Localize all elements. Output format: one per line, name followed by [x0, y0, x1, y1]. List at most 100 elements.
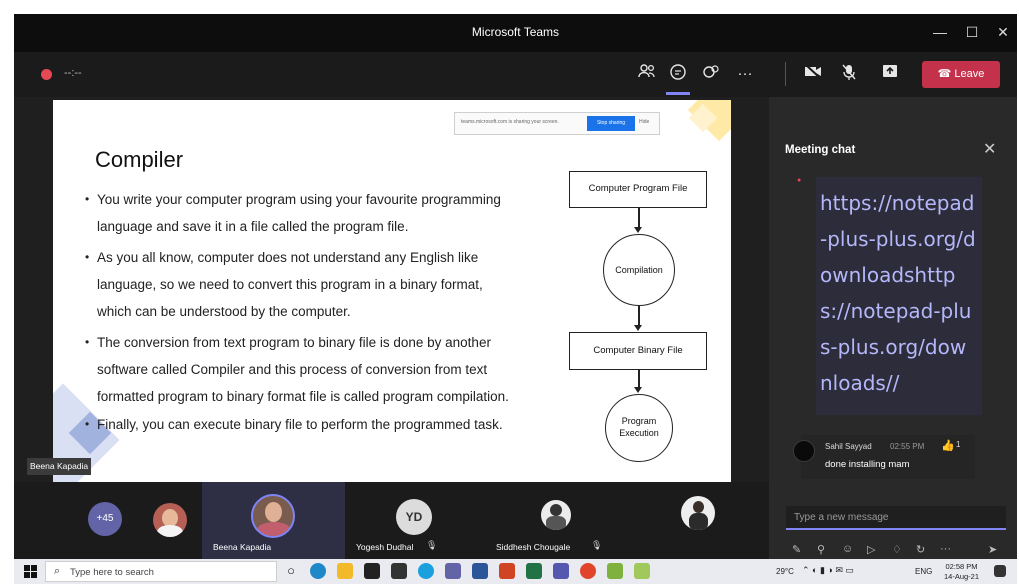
mic-off-icon[interactable] — [837, 63, 861, 85]
flow-arrow-icon — [634, 387, 642, 393]
participant-tile[interactable]: Siddhesh Chougale 🎙 — [485, 482, 625, 559]
flow-arrow-icon — [634, 325, 642, 331]
clock-date: 14-Aug-21 — [944, 572, 980, 581]
chat-reply: Sahil Sayyad 02:55 PM 👍 1 done installin… — [793, 435, 975, 479]
flow-connector — [638, 306, 640, 326]
slide-bullet: • As you all know, computer does not und… — [85, 244, 545, 325]
sticker-icon[interactable]: ♢ — [892, 543, 902, 556]
chat-title: Meeting chat — [785, 144, 856, 156]
notification-icon[interactable] — [994, 565, 1006, 577]
file-explorer-icon[interactable] — [337, 563, 353, 579]
teams-icon[interactable] — [445, 563, 461, 579]
share-icon[interactable] — [878, 63, 902, 85]
emoji-icon[interactable]: ☺ — [842, 543, 853, 555]
hide-share-bar-button[interactable]: Hide — [639, 119, 649, 125]
bullet-icon: • — [85, 335, 90, 349]
mail-icon[interactable] — [391, 563, 407, 579]
bullet-line: Finally, you can execute binary file to … — [97, 417, 503, 432]
reply-time: 02:55 PM — [890, 442, 925, 451]
format-icon[interactable]: ✎ — [792, 543, 801, 556]
flow-arrow-icon — [634, 227, 642, 233]
participant-tile[interactable]: YD Yogesh Dudhal 🎙 — [345, 482, 485, 559]
taskbar-search: ⌕ — [45, 561, 277, 582]
participant-tile[interactable] — [625, 482, 769, 559]
people-icon[interactable] — [635, 63, 659, 85]
compose-toolbar: ✎ ⚲ ☺ ▷ ♢ ↻ ··· ➤ — [792, 543, 1012, 559]
attach-icon[interactable]: ⚲ — [817, 543, 825, 556]
stop-sharing-button[interactable]: Stop sharing — [587, 116, 635, 131]
compose-box — [786, 506, 1006, 530]
skype-icon[interactable] — [418, 563, 434, 579]
bullet-line: formatted program to binary format file … — [97, 389, 509, 404]
weather-temp[interactable]: 29°C — [776, 567, 794, 576]
window-title: Microsoft Teams — [471, 25, 560, 39]
flow-connector — [638, 208, 640, 228]
loop-icon[interactable]: ↻ — [916, 543, 925, 556]
send-icon[interactable]: ➤ — [988, 543, 997, 556]
close-window-button[interactable]: ✕ — [989, 20, 1017, 44]
reply-author: Sahil Sayyad — [825, 442, 872, 451]
slide-bullet: • Finally, you can execute binary file t… — [85, 411, 545, 438]
meeting-chat-panel: Meeting chat ✕ ● https://notepad-plus-pl… — [769, 97, 1017, 559]
app-icon[interactable] — [607, 563, 623, 579]
windows-taskbar: ⌕ ○ 29°C ⌃ ◐ ▮ ◑ ✉ ▭ ENG 02:58 PM 14-Aug… — [14, 559, 1017, 584]
taskbar-search-input[interactable] — [70, 564, 270, 580]
edge-icon[interactable] — [310, 563, 326, 579]
slide-bullet: • You write your computer program using … — [85, 186, 545, 240]
more-participants-badge[interactable]: +45 — [88, 502, 122, 536]
bullet-line: language and save it in a file called th… — [97, 219, 409, 234]
gif-icon[interactable]: ▷ — [867, 543, 875, 556]
avatar: YD — [396, 499, 432, 535]
chat-message-link[interactable]: https://notepad-plus-plus.org/downloadsh… — [816, 177, 982, 409]
flow-program-file-box: Computer Program File — [569, 171, 707, 208]
notepad-plus-icon[interactable] — [634, 563, 650, 579]
screen-share-bar: teams.microsoft.com is sharing your scre… — [454, 112, 660, 135]
presenter-name-tag: Beena Kapadia — [27, 458, 92, 475]
reaction-count: 1 — [956, 440, 961, 449]
close-icon[interactable]: ✕ — [983, 139, 996, 159]
store-icon[interactable] — [364, 563, 380, 579]
avatar — [681, 496, 715, 530]
tray-icons[interactable]: ⌃ ◐ ▮ ◑ ✉ ▭ — [802, 565, 854, 576]
more-icon[interactable]: ··· — [733, 63, 757, 85]
participant-strip: +45 Beena Kapadia YD Yogesh Dudhal 🎙 Sid… — [14, 482, 769, 559]
bullet-icon: • — [85, 192, 90, 206]
leave-label: Leave — [954, 68, 985, 80]
bullet-line: software called Compiler and this proces… — [97, 362, 488, 377]
leave-button[interactable]: ☎ Leave — [922, 61, 1000, 88]
reply-text: done installing mam — [825, 459, 910, 470]
camera-off-icon[interactable] — [801, 63, 825, 85]
bullet-line: You write your computer program using yo… — [97, 192, 501, 207]
chat-icon[interactable] — [666, 63, 690, 85]
bullet-line: which can be understood by the computer. — [97, 304, 351, 319]
chrome-icon[interactable] — [580, 563, 596, 579]
powerpoint-icon[interactable] — [499, 563, 515, 579]
language-indicator[interactable]: ENG — [915, 567, 932, 576]
clock-time: 02:58 PM — [945, 562, 978, 571]
mic-off-icon: 🎙 — [591, 540, 603, 550]
more-options-icon[interactable]: ··· — [940, 543, 951, 555]
message-input[interactable] — [786, 506, 1006, 528]
cortana-icon[interactable]: ○ — [283, 563, 299, 579]
bullet-line: language, so we need to convert this pro… — [97, 277, 483, 292]
chat-active-indicator — [666, 92, 690, 95]
flow-execution-circle: Program Execution — [605, 394, 673, 462]
reactions-icon[interactable] — [699, 63, 723, 85]
windows-start-icon[interactable] — [24, 565, 37, 578]
flow-binary-file-box: Computer Binary File — [569, 332, 707, 370]
chat-message: https://notepad-plus-plus.org/downloadsh… — [816, 177, 982, 415]
word-icon[interactable] — [472, 563, 488, 579]
shared-screen: teams.microsoft.com is sharing your scre… — [53, 100, 731, 482]
bullet-line: The conversion from text program to bina… — [97, 335, 491, 350]
maximize-button[interactable]: ☐ — [958, 20, 986, 44]
excel-icon[interactable] — [526, 563, 542, 579]
participant-tile-active[interactable]: Beena Kapadia — [202, 482, 345, 559]
avatar[interactable] — [793, 440, 815, 462]
thumbs-up-icon[interactable]: 👍 — [941, 439, 955, 452]
slide-title: Compiler — [95, 147, 184, 172]
app-icon[interactable] — [553, 563, 569, 579]
taskbar-clock[interactable]: 02:58 PM 14-Aug-21 — [944, 562, 979, 582]
bullet-line: As you all know, computer does not under… — [97, 250, 479, 265]
minimize-button[interactable]: — — [926, 20, 954, 44]
phone-hangup-icon: ☎ — [937, 68, 955, 80]
